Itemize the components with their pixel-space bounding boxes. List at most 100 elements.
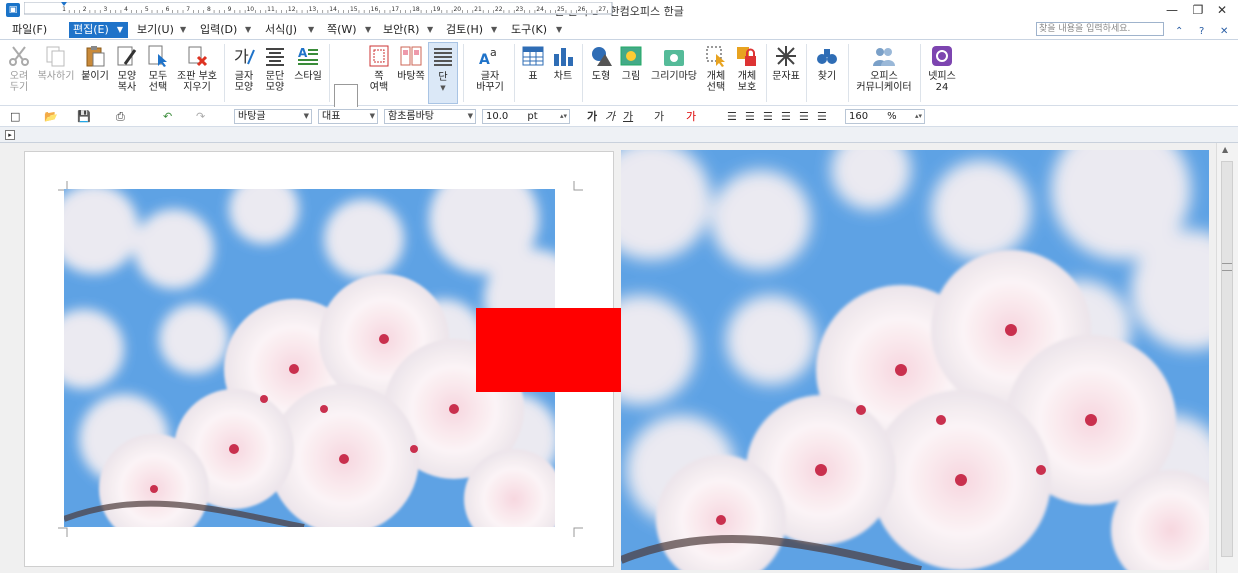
help-icon[interactable]: ? (1199, 26, 1204, 37)
table-button[interactable]: 표 (520, 42, 546, 82)
collapse-ribbon-icon[interactable]: ⌃ (1175, 26, 1183, 37)
ruler-tick-label: 4 (124, 6, 128, 13)
align-right-icon[interactable]: ☰ (781, 110, 791, 124)
menu-security-dropdown-icon[interactable]: ▼ (427, 22, 433, 38)
menu-insert[interactable]: 입력(D) (200, 22, 237, 38)
bold-button[interactable]: 가 (587, 110, 597, 124)
align-distribute-icon[interactable]: ☰ (799, 110, 809, 124)
ribbon-toolbar: 오려 두기 복사하기 붙이기 모양 복사 모두 선택 조판 부호 지우기 가 글… (0, 40, 1238, 140)
close-button[interactable]: ✕ (1210, 1, 1234, 19)
object-select-button[interactable]: 개체 선택 (703, 42, 729, 93)
ruler-tick-label: 7 (186, 6, 190, 13)
clear-format-button[interactable]: 조판 부호 지우기 (174, 42, 220, 93)
char-shape-button[interactable]: 가 글자 모양 (228, 42, 260, 93)
cut-button[interactable]: 오려 두기 (4, 42, 34, 93)
menu-security[interactable]: 보안(R) (383, 22, 419, 38)
style-icon: A (298, 46, 318, 65)
format-copy-button[interactable]: 모양 복사 (112, 42, 142, 93)
format-copy-label: 모양 복사 (117, 71, 137, 93)
style-select[interactable]: 바탕글 ▼ (234, 109, 312, 124)
netffice-button[interactable]: 넷피스 24 (925, 42, 959, 93)
menu-page[interactable]: 쪽(W) (327, 22, 357, 38)
stepper-icon[interactable]: ▴▾ (560, 110, 567, 123)
paste-button[interactable]: 붙이기 (78, 42, 112, 82)
menu-format-dropdown-icon[interactable]: ▼ (308, 22, 314, 38)
scroll-up-icon[interactable]: ▲ (1222, 145, 1228, 154)
format-toolbar: □ 📂 💾 ⎙ ↶ ↷ 바탕글 ▼ 대표 ▼ 함초롬바탕 ▼ 10.0 pt ▴▾ 가 … (0, 107, 1238, 127)
column-label: 단 (438, 72, 448, 83)
underline-button[interactable]: 가 (623, 110, 633, 124)
copy-button[interactable]: 복사하기 (34, 42, 78, 82)
column-dropdown-icon[interactable]: ▼ (429, 83, 457, 94)
menu-review-dropdown-icon[interactable]: ▼ (491, 22, 497, 38)
para-shape-button[interactable]: 문단 모양 (260, 42, 290, 93)
column-button[interactable]: 단 ▼ (428, 42, 458, 104)
shape-icon (592, 47, 612, 66)
undo-icon[interactable]: ↶ (163, 110, 172, 124)
stepper-icon[interactable]: ▴▾ (915, 110, 922, 123)
ruler-tick-label: 10 (246, 6, 254, 13)
italic-button[interactable]: 가 (605, 110, 615, 124)
menu-page-dropdown-icon[interactable]: ▼ (365, 22, 371, 38)
picture-button[interactable]: 그림 (617, 42, 645, 82)
menu-edit-dropdown-icon[interactable]: ▼ (112, 22, 128, 38)
menu-edit[interactable]: 편집(E) (69, 22, 113, 38)
menu-tools[interactable]: 도구(K) (511, 22, 547, 38)
align-divide-icon[interactable]: ☰ (817, 110, 827, 124)
shape-button[interactable]: 도형 (587, 42, 615, 82)
zoom-input[interactable]: 160 % ▴▾ (845, 109, 925, 124)
change-char-button[interactable]: Aa 글자 바꾸기 (470, 42, 510, 93)
style-button[interactable]: A 스타일 (290, 42, 326, 82)
cherry-blossom-image-enlarged[interactable] (621, 150, 1209, 570)
font-size-value: 10.0 (486, 111, 509, 122)
restore-button[interactable]: ❐ (1186, 1, 1210, 19)
menu-tools-dropdown-icon[interactable]: ▼ (556, 22, 562, 38)
chart-button[interactable]: 차트 (549, 42, 577, 82)
menu-file[interactable]: 파일(F) (12, 22, 47, 38)
menu-view[interactable]: 보기(U) (137, 22, 174, 38)
font-color-button[interactable]: 가 (686, 110, 696, 124)
select-all-button[interactable]: 모두 선택 (143, 42, 173, 93)
object-protect-button[interactable]: 개체 보호 (732, 42, 762, 93)
strike-button[interactable]: 가 (654, 110, 664, 124)
print-icon[interactable]: ⎙ (116, 110, 125, 124)
new-document-icon[interactable]: □ (10, 110, 20, 124)
margin-button[interactable]: 쪽 여백 (364, 42, 394, 93)
ruler-tick-label: 9 (228, 6, 232, 13)
vertical-scrollbar[interactable]: ▲ (1216, 143, 1238, 573)
scrollbar-thumb[interactable] (1222, 263, 1232, 271)
minimize-button[interactable]: — (1160, 1, 1184, 19)
ruler-tick-label: 14 (329, 6, 337, 13)
symbols-button[interactable]: 문자표 (770, 42, 802, 82)
menu-view-dropdown-icon[interactable]: ▼ (180, 22, 186, 38)
ruler-tick-label: 25 (557, 6, 565, 13)
shape-label: 도형 (591, 71, 611, 82)
open-folder-icon[interactable]: 📂 (44, 110, 58, 124)
redo-icon[interactable]: ↷ (196, 110, 205, 124)
font-size-unit: pt (527, 111, 538, 122)
menu-insert-dropdown-icon[interactable]: ▼ (245, 22, 251, 38)
drawing-market-button[interactable]: 그리기마당 (649, 42, 699, 82)
background-page-button[interactable]: 바탕쪽 (396, 42, 426, 82)
ruler-row: ▸ (0, 127, 1238, 143)
netffice-label: 넷피스 24 (928, 71, 956, 93)
horizontal-ruler[interactable]: 1 2 3 4 5 6 7 8 9 10 11 12 13 14 15 16 17 18 19 20 21 22 23 24 2… (24, 2, 614, 15)
align-center-icon[interactable]: ☰ (763, 110, 773, 124)
office-community-button[interactable]: 오피스 커뮤니케이터 (852, 42, 916, 93)
font-select[interactable]: 함초롬바탕 ▼ (384, 109, 476, 124)
close-document-icon[interactable]: ✕ (1220, 26, 1228, 37)
align-left-icon[interactable]: ☰ (745, 110, 755, 124)
tab-type-icon[interactable]: ▸ (5, 130, 15, 140)
scrollbar-track[interactable] (1221, 161, 1233, 557)
menu-review[interactable]: 검토(H) (446, 22, 483, 38)
save-icon[interactable]: 💾 (77, 110, 91, 124)
menu-format[interactable]: 서식(J) (265, 22, 297, 38)
language-select[interactable]: 대표 ▼ (318, 109, 378, 124)
font-size-input[interactable]: 10.0 pt ▴▾ (482, 109, 570, 124)
align-justify-icon[interactable]: ☰ (727, 110, 737, 124)
svg-text:가: 가 (234, 47, 249, 66)
ruler-tick-label: 1 (62, 6, 66, 13)
find-button[interactable]: 찾기 (812, 42, 842, 82)
search-input[interactable]: 찾을 내용을 입력하세요. (1036, 22, 1164, 36)
object-protect-label: 개체 보호 (737, 71, 757, 93)
